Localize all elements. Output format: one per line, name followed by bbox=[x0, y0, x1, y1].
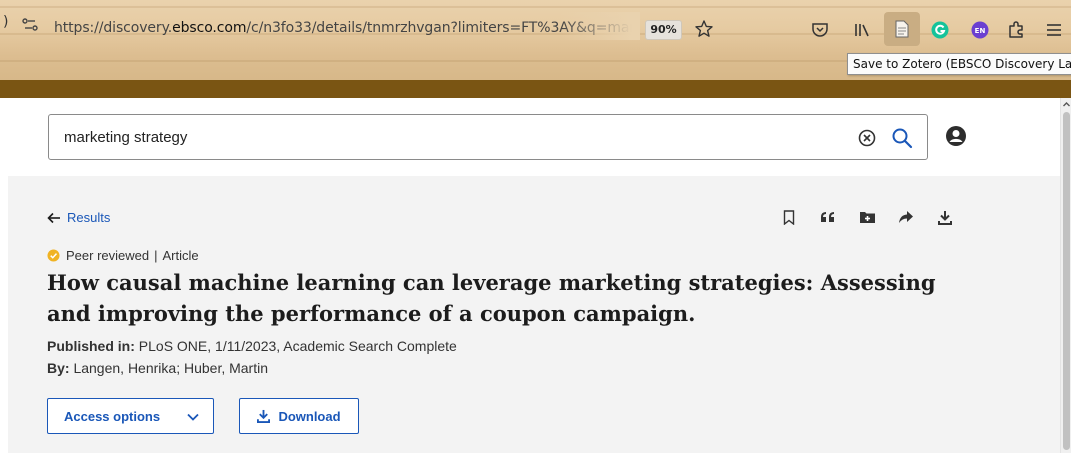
record-actions bbox=[778, 206, 956, 228]
download-button[interactable]: Download bbox=[239, 398, 359, 434]
article-title: How causal machine learning can leverage… bbox=[47, 270, 936, 326]
access-options-button[interactable]: Access options bbox=[47, 398, 214, 434]
results-label: Results bbox=[67, 210, 111, 225]
url-prefix: https://discovery. bbox=[54, 20, 173, 36]
meta-separator: | bbox=[154, 248, 158, 263]
search-icon[interactable] bbox=[891, 127, 913, 149]
back-button-partial[interactable]: ) bbox=[3, 14, 8, 30]
language-extension-icon[interactable]: EN bbox=[968, 18, 992, 42]
zotero-button[interactable] bbox=[884, 12, 920, 46]
document-type: Article bbox=[162, 248, 199, 263]
bookmark-star-icon[interactable] bbox=[694, 19, 714, 39]
download-label: Download bbox=[278, 408, 341, 424]
user-icon[interactable] bbox=[944, 124, 968, 148]
download-icon[interactable] bbox=[934, 206, 956, 228]
peer-reviewed-badge-icon bbox=[47, 249, 60, 262]
grammarly-icon[interactable] bbox=[928, 18, 952, 42]
scroll-up-icon[interactable] bbox=[1062, 100, 1071, 109]
extensions-icon[interactable] bbox=[1004, 18, 1028, 42]
toolbar-bottom-band bbox=[0, 80, 1071, 98]
published-value: PLoS ONE, 1/11/2023, Academic Search Com… bbox=[138, 338, 457, 354]
zotero-tooltip: Save to Zotero (EBSCO Discovery Layer) bbox=[847, 53, 1071, 75]
authors-line: By: Langen, Henrika; Huber, Martin bbox=[47, 360, 268, 376]
record-type-line: Peer reviewed | Article bbox=[47, 248, 199, 263]
search-input[interactable]: marketing strategy bbox=[48, 114, 928, 160]
site-info-icon[interactable] bbox=[22, 17, 44, 33]
pocket-icon[interactable] bbox=[808, 18, 832, 42]
clear-icon[interactable] bbox=[857, 128, 877, 148]
published-in-line: Published in: PLoS ONE, 1/11/2023, Acade… bbox=[47, 338, 457, 354]
scrollbar-thumb[interactable] bbox=[1063, 112, 1070, 450]
authors-value: Langen, Henrika; Huber, Martin bbox=[73, 360, 269, 376]
back-to-results-link[interactable]: Results bbox=[47, 210, 110, 225]
address-bar-url[interactable]: https://discovery.ebsco.com/c/n3fo33/det… bbox=[54, 20, 634, 36]
bookmark-icon[interactable] bbox=[778, 206, 800, 228]
add-folder-icon[interactable] bbox=[856, 206, 878, 228]
browser-toolbar: ) https://discovery.ebsco.com/c/n3fo33/d… bbox=[0, 0, 1071, 80]
peer-reviewed-label: Peer reviewed bbox=[66, 248, 150, 263]
page-content: marketing strategy Results Peer reviewed… bbox=[0, 98, 1060, 453]
svg-text:EN: EN bbox=[975, 27, 986, 35]
menu-icon[interactable] bbox=[1042, 18, 1066, 42]
page-scrollbar[interactable] bbox=[1060, 98, 1071, 453]
url-fade bbox=[560, 12, 640, 40]
url-host: ebsco.com bbox=[172, 20, 247, 36]
chevron-down-icon bbox=[187, 413, 199, 421]
published-label: Published in: bbox=[47, 338, 135, 354]
zoom-level-badge[interactable]: 90% bbox=[645, 20, 682, 40]
library-icon[interactable] bbox=[850, 18, 874, 42]
access-options-label: Access options bbox=[64, 408, 161, 424]
search-query[interactable]: marketing strategy bbox=[64, 129, 187, 146]
authors-label: By: bbox=[47, 360, 70, 376]
arrow-left-icon bbox=[47, 212, 60, 223]
download-icon bbox=[257, 409, 271, 423]
share-icon[interactable] bbox=[895, 206, 917, 228]
cite-icon[interactable] bbox=[817, 206, 839, 228]
zotero-icon bbox=[895, 20, 909, 38]
toolbar-texture bbox=[0, 6, 1071, 8]
